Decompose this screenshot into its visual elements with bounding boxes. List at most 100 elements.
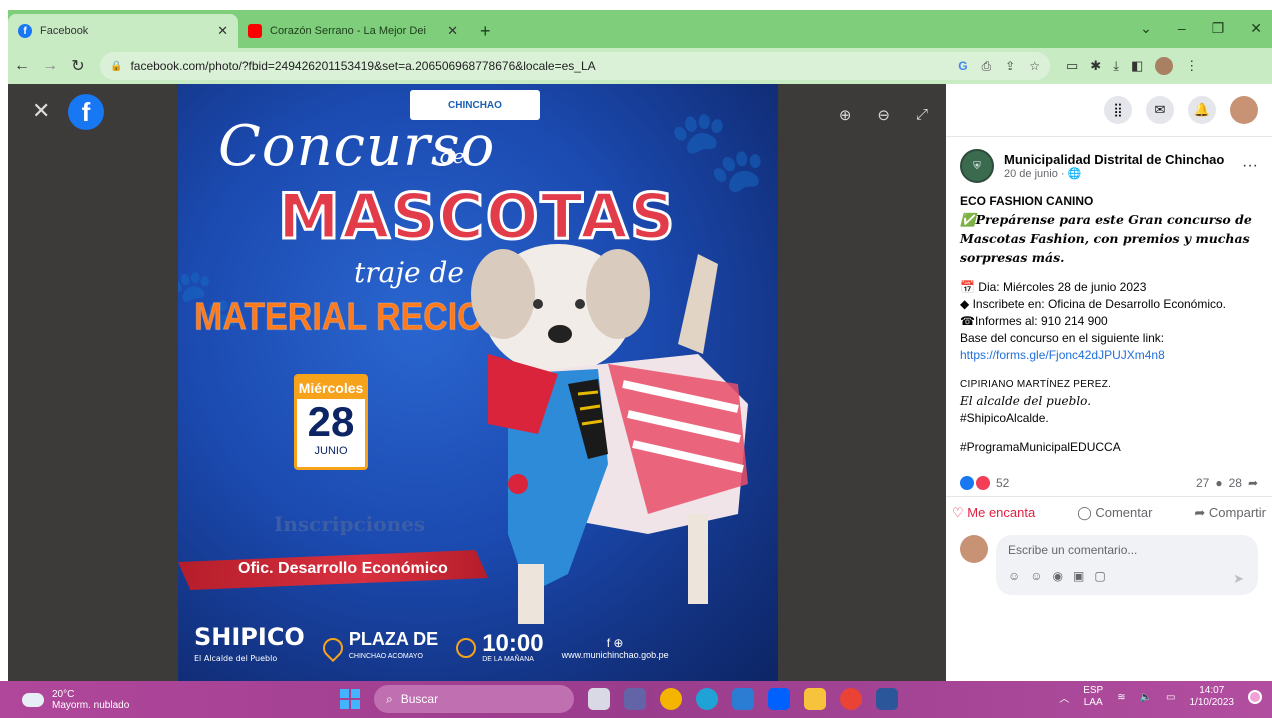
mail-icon[interactable] (732, 688, 754, 710)
emoji-icon[interactable]: ☺ (1030, 569, 1042, 583)
more-options-icon[interactable]: ··· (1242, 157, 1258, 175)
menu-grid-icon[interactable]: ⣿ (1104, 96, 1132, 124)
poster-place-main: PLAZA DE (348, 628, 439, 649)
wifi-icon[interactable]: ≋ (1117, 692, 1125, 703)
contest-poster-image: 🐾 🐾 CHINCHAO Concurso de MASCOTAS traje … (178, 84, 778, 681)
tab-search-icon[interactable]: ⌄ (1140, 20, 1152, 37)
gif-icon[interactable]: ▣ (1073, 569, 1084, 583)
taskbar-clock[interactable]: 14:07 1/10/2023 (1190, 685, 1235, 709)
chat-icon[interactable] (624, 688, 646, 710)
side-panel-icon[interactable]: ◧ (1131, 58, 1143, 74)
toolbar-icons: ▭ ✱ ⤓ ◧ ⋮ (1066, 57, 1198, 75)
sticker-icon[interactable]: ▢ (1094, 569, 1105, 583)
profile-avatar[interactable] (1155, 57, 1174, 75)
system-tray: ︿ ESP LAA ≋ 🔈 ▭ 14:07 1/10/2023 (1059, 685, 1262, 709)
tab-youtube[interactable]: Corazón Serrano - La Mejor Dei ✕ (238, 14, 468, 48)
edge-icon[interactable] (696, 688, 718, 710)
love-button[interactable]: ♡ Me encanta (952, 505, 1035, 521)
cloud-icon (22, 692, 44, 707)
reload-icon[interactable]: ↻ (64, 56, 92, 76)
tab-facebook[interactable]: f Facebook ✕ (8, 14, 238, 48)
poster-office-text: Ofic. Desarrollo Económico (238, 560, 448, 577)
search-label: Buscar (400, 692, 439, 706)
comment-button[interactable]: ◯ Comentar (1077, 505, 1152, 521)
post-form-link[interactable]: https://forms.gle/Fjonc42dJPUJXm4n8 (960, 347, 1258, 364)
chrome-profile-icon[interactable] (840, 688, 862, 710)
facebook-icon: f (18, 24, 32, 38)
comments-count[interactable]: 27 (1196, 476, 1209, 490)
word-icon[interactable] (876, 688, 898, 710)
bookmark-star-icon[interactable]: ☆ (1029, 59, 1040, 74)
avatar-sticker-icon[interactable]: ☺ (1008, 569, 1020, 583)
browser-toolbar: ← → ↻ 🔒 facebook.com/photo/?fbid=2494262… (8, 48, 1272, 84)
poster-time: 10:00 DE LA MAÑANA (456, 631, 544, 663)
share-icon[interactable]: ⇪ (1005, 59, 1015, 74)
minimize-icon[interactable]: – (1178, 20, 1186, 37)
battery-icon[interactable]: ▭ (1166, 692, 1175, 703)
facebook-logo-icon[interactable]: f (68, 94, 104, 130)
google-icon[interactable]: G (958, 59, 967, 74)
fullscreen-icon[interactable]: ⤢ (916, 106, 928, 124)
post-base: Base del concurso en el siguiente link: (960, 331, 1165, 345)
close-tab-icon[interactable]: ✕ (217, 23, 228, 39)
volume-icon[interactable]: 🔈 (1140, 692, 1152, 703)
send-icon[interactable]: ➤ (1233, 571, 1244, 587)
extensions-icon[interactable]: ✱ (1090, 58, 1101, 74)
share-label: Compartir (1208, 505, 1266, 520)
share-count-icon: ➦ (1247, 476, 1258, 490)
post-author[interactable]: Municipalidad Distrital de Chinchao (1004, 152, 1242, 167)
back-icon[interactable]: ← (8, 57, 36, 75)
post-hashtag[interactable]: #ProgramaMunicipalEDUCCA (960, 439, 1258, 456)
share-button[interactable]: ➦ Compartir (1194, 505, 1266, 521)
post-date-text: 20 de junio · (1004, 168, 1068, 180)
poster-footer: SHIPICO El Alcalde del Pueblo PLAZA DE C… (178, 614, 778, 681)
poster-day-of-week: Miércoles (297, 377, 365, 399)
post-side-panel: ⣿ ✉ 🔔 ⛨ Municipalidad Distrital de Chinc… (946, 84, 1272, 681)
poster-time-text: 10:00 DE LA MAÑANA (482, 631, 543, 663)
shares-count[interactable]: 28 (1229, 476, 1242, 490)
commenter-avatar[interactable] (960, 535, 988, 563)
notifications-bell-icon[interactable]: 🔔 (1188, 96, 1216, 124)
comment-composer: Escribe un comentario... ☺ ☺ ◉ ▣ ▢ ➤ (946, 529, 1272, 601)
install-icon[interactable]: ⎙ (982, 59, 992, 74)
language-indicator[interactable]: ESP LAA (1083, 685, 1103, 709)
reading-list-icon[interactable]: ▭ (1066, 58, 1078, 74)
zoom-in-icon[interactable]: ⊕ (839, 106, 852, 124)
post-date[interactable]: 20 de junio · 🌐 (1004, 167, 1242, 180)
comment-input[interactable]: Escribe un comentario... ☺ ☺ ◉ ▣ ▢ ➤ (996, 535, 1258, 595)
weather-condition: Mayorm. nublado (52, 699, 130, 711)
reactions[interactable]: 52 (960, 476, 1009, 490)
task-view-icon[interactable] (588, 688, 610, 710)
messenger-icon[interactable]: ✉ (1146, 96, 1174, 124)
close-tab-icon[interactable]: ✕ (447, 23, 458, 39)
menu-icon[interactable]: ⋮ (1185, 58, 1198, 74)
taskbar-search[interactable]: ⌕ Buscar (374, 685, 574, 713)
chrome-icon[interactable] (660, 688, 682, 710)
address-bar[interactable]: 🔒 facebook.com/photo/?fbid=2494262011534… (100, 52, 1050, 80)
page-avatar[interactable]: ⛨ (960, 149, 994, 183)
counts: 27 ● 28 ➦ (1196, 476, 1258, 490)
user-avatar[interactable] (1230, 96, 1258, 124)
windows-taskbar: 20°C Mayorm. nublado ⌕ Buscar ︿ ESP LAA … (0, 681, 1272, 718)
lang-top: ESP (1083, 685, 1104, 696)
dropbox-icon[interactable] (768, 688, 790, 710)
close-viewer-icon[interactable]: ✕ (32, 98, 50, 124)
restore-icon[interactable]: ❐ (1212, 20, 1225, 37)
post-sign-hashtag[interactable]: #ShipicoAlcalde. (960, 410, 1258, 427)
download-icon[interactable]: ⤓ (1113, 58, 1119, 74)
tray-chevron-icon[interactable]: ︿ (1059, 690, 1069, 705)
post-meta: Municipalidad Distrital de Chinchao 20 d… (1004, 152, 1242, 180)
weather-widget[interactable]: 20°C Mayorm. nublado (22, 689, 222, 711)
notification-icon[interactable] (1248, 690, 1262, 704)
forward-icon[interactable]: → (36, 57, 64, 75)
zoom-out-icon[interactable]: ⊖ (877, 106, 890, 124)
windows-start-icon[interactable] (340, 689, 360, 709)
file-explorer-icon[interactable] (804, 688, 826, 710)
camera-icon[interactable]: ◉ (1053, 569, 1063, 583)
close-window-icon[interactable]: ✕ (1250, 20, 1262, 37)
new-tab-button[interactable]: + (468, 21, 503, 48)
lock-icon[interactable]: 🔒 (110, 61, 122, 72)
poster-brand-tagline: El Alcalde del Pueblo (194, 653, 278, 663)
poster-title-de: de (440, 144, 465, 168)
reactions-count: 52 (996, 476, 1010, 490)
